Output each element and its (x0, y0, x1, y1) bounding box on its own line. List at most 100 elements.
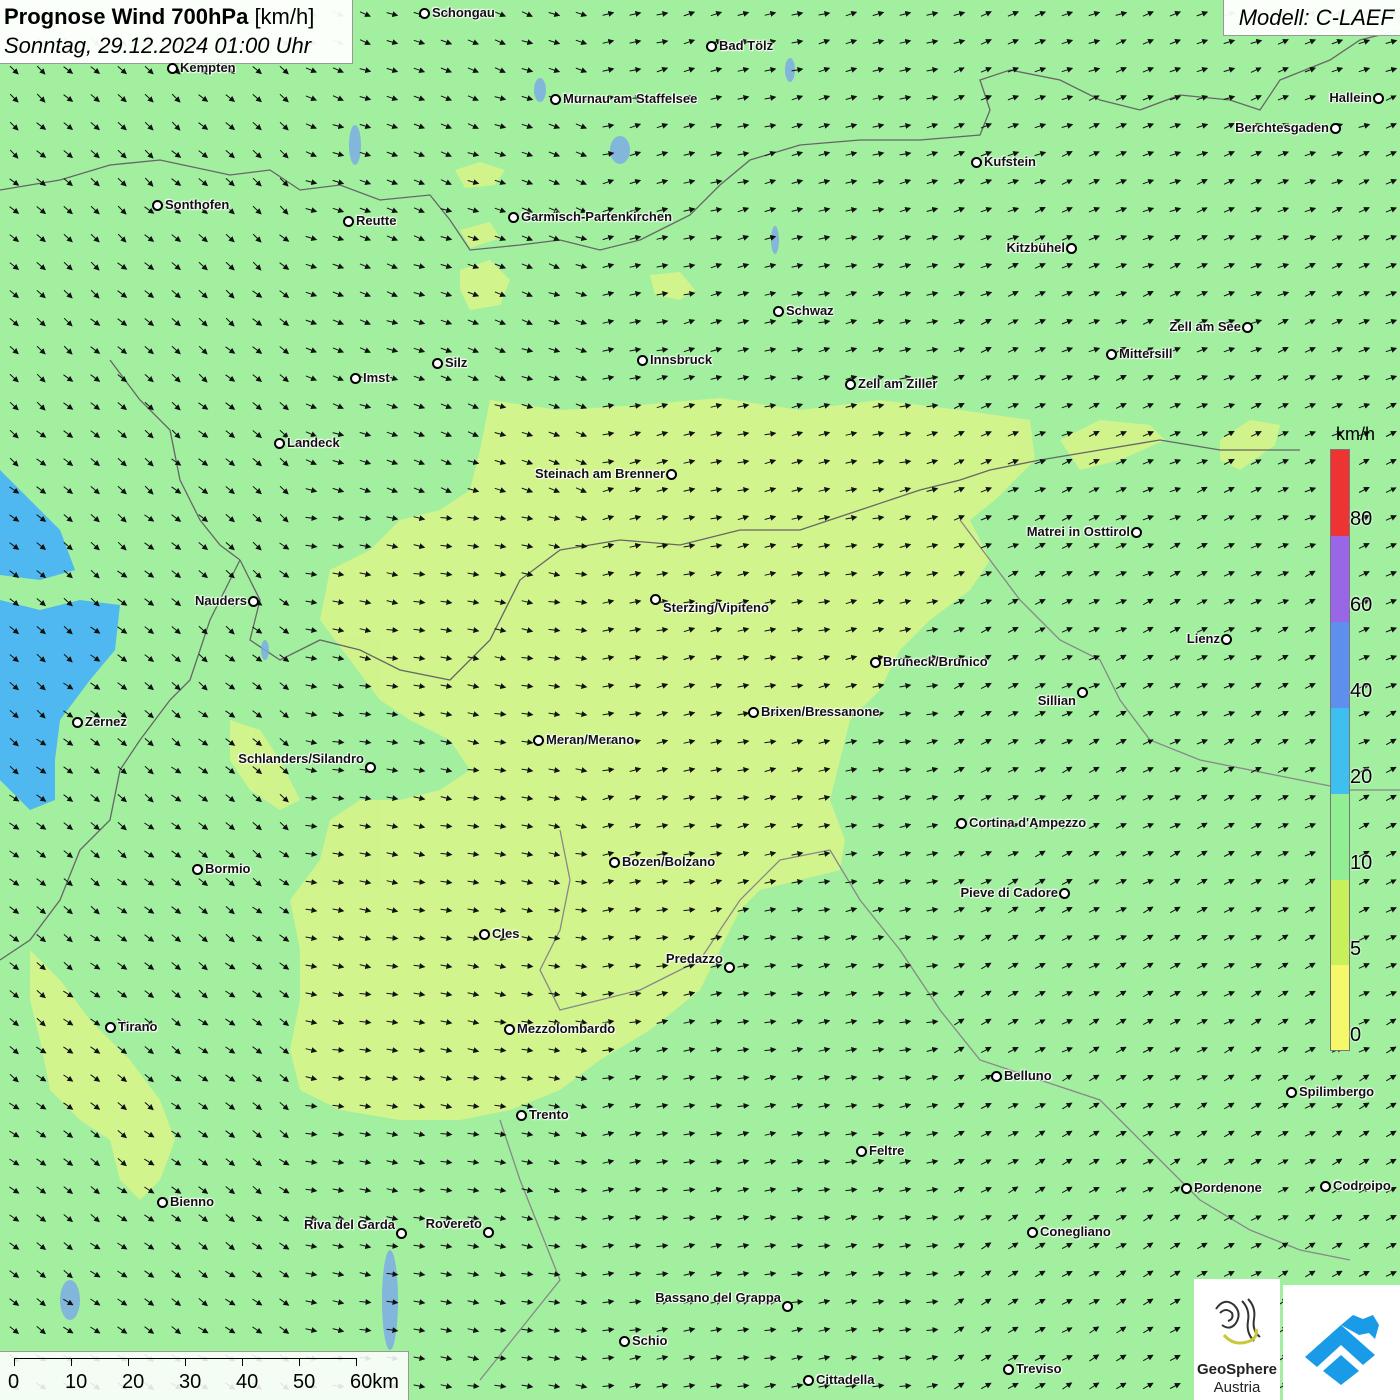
wind-arrow-icon (1358, 291, 1371, 297)
wind-arrow-icon (1007, 1354, 1019, 1362)
city-marker-icon (1181, 1183, 1192, 1194)
wind-arrow-icon (953, 151, 966, 157)
wind-arrow-icon (1034, 1355, 1046, 1361)
wind-arrow-icon (1223, 766, 1235, 774)
wind-arrow-icon (1116, 1270, 1127, 1278)
wind-arrow-icon (440, 1383, 453, 1390)
wind-arrow-icon (683, 67, 696, 73)
wind-arrow-icon (1088, 487, 1100, 493)
wind-arrow-icon (90, 541, 100, 551)
wind-arrow-icon (710, 291, 723, 297)
wind-arrow-icon (305, 1187, 318, 1194)
wind-arrow-icon (36, 906, 47, 915)
wind-arrow-icon (225, 878, 235, 887)
wind-arrow-icon (90, 877, 100, 887)
wind-arrow-icon (36, 206, 47, 215)
wind-arrow-icon (1358, 319, 1371, 325)
wind-arrow-icon (1089, 1074, 1100, 1082)
wind-arrow-icon (332, 515, 345, 522)
wind-arrow-icon (1169, 627, 1181, 633)
wind-arrow-icon (1277, 1074, 1289, 1082)
wind-arrow-icon (1250, 599, 1263, 605)
wind-arrow-icon (1170, 1158, 1181, 1166)
wind-arrow-icon (1223, 851, 1235, 857)
wind-arrow-icon (386, 1243, 399, 1250)
wind-arrow-icon (252, 513, 262, 523)
wind-arrow-icon (36, 1326, 46, 1335)
wind-arrow-icon (1223, 710, 1236, 717)
wind-arrow-icon (1142, 487, 1155, 493)
wind-arrow-icon (791, 38, 804, 45)
city-label: Predazzo (665, 951, 723, 966)
wind-arrow-icon (953, 963, 966, 969)
scale-label: 10 (65, 1371, 88, 1393)
wind-arrow-icon (386, 1159, 399, 1166)
wind-arrow-icon (90, 289, 100, 299)
wind-arrow-icon (9, 822, 20, 830)
wind-arrow-icon (144, 793, 154, 803)
wind-arrow-icon (899, 1382, 912, 1389)
wind-arrow-icon (90, 458, 100, 467)
wind-arrow-icon (117, 318, 128, 326)
wind-arrow-icon (548, 1187, 561, 1194)
lake-2 (610, 136, 630, 164)
wind-arrow-icon (90, 822, 100, 831)
wind-arrow-icon (359, 1299, 372, 1306)
wind-arrow-icon (332, 123, 345, 130)
wind-arrow-icon (1061, 122, 1074, 129)
wind-arrow-icon (90, 1326, 101, 1334)
wind-arrow-icon (225, 906, 235, 915)
city-marker-icon (956, 818, 967, 829)
wind-arrow-icon (818, 1018, 831, 1025)
wind-arrow-icon (413, 319, 426, 326)
wind-arrow-icon (90, 569, 100, 579)
wind-arrow-icon (90, 1186, 100, 1195)
wind-arrow-icon (710, 1214, 723, 1221)
wind-arrow-icon (332, 1271, 345, 1278)
wind-arrow-icon (548, 1159, 561, 1166)
wind-arrow-icon (1196, 599, 1208, 605)
legend-label: 40 (1350, 680, 1373, 702)
wind-arrow-icon (683, 1158, 696, 1165)
wind-arrow-icon (602, 1326, 615, 1333)
wind-arrow-icon (386, 739, 399, 746)
wind-arrow-icon (1196, 347, 1209, 353)
wind-arrow-icon (764, 179, 777, 185)
medium-wind-area-west (0, 470, 75, 580)
wind-arrow-icon (764, 906, 777, 913)
wind-arrow-icon (899, 1298, 912, 1305)
wind-arrow-icon (386, 1187, 399, 1194)
wind-arrow-icon (36, 1214, 47, 1222)
wind-arrow-icon (1115, 598, 1128, 605)
legend-unit: km/h (1336, 424, 1376, 444)
wind-arrow-icon (548, 179, 561, 185)
wind-arrow-icon (521, 1187, 534, 1194)
wind-arrow-icon (359, 151, 372, 157)
wind-arrow-icon (252, 682, 263, 690)
wind-arrow-icon (1277, 599, 1290, 605)
wind-arrow-icon (198, 989, 208, 999)
city-label: Pordenone (1194, 1180, 1262, 1195)
wind-arrow-icon (63, 233, 73, 243)
wind-arrow-icon (279, 626, 290, 634)
wind-arrow-icon (198, 1074, 209, 1082)
wind-arrow-icon (63, 1158, 74, 1166)
wind-arrow-icon (1278, 934, 1289, 942)
wind-arrow-icon (1088, 151, 1100, 157)
wind-arrow-icon (1331, 207, 1343, 213)
city-marker-icon (1221, 634, 1232, 645)
wind-arrow-icon (252, 1242, 263, 1250)
wind-arrow-icon (710, 1130, 723, 1137)
wind-arrow-icon (36, 122, 47, 130)
wind-arrow-icon (1061, 1186, 1073, 1194)
wind-arrow-icon (629, 1214, 642, 1221)
wind-arrow-icon (1115, 627, 1128, 633)
wind-arrow-icon (1062, 1130, 1073, 1138)
wind-arrow-icon (1034, 627, 1046, 633)
wind-arrow-icon (710, 234, 723, 241)
city-label: Schwaz (786, 303, 834, 318)
wind-arrow-icon (440, 459, 452, 465)
wind-arrow-icon (764, 962, 777, 969)
wind-arrow-icon (90, 205, 100, 215)
wind-arrow-icon (1169, 906, 1181, 914)
